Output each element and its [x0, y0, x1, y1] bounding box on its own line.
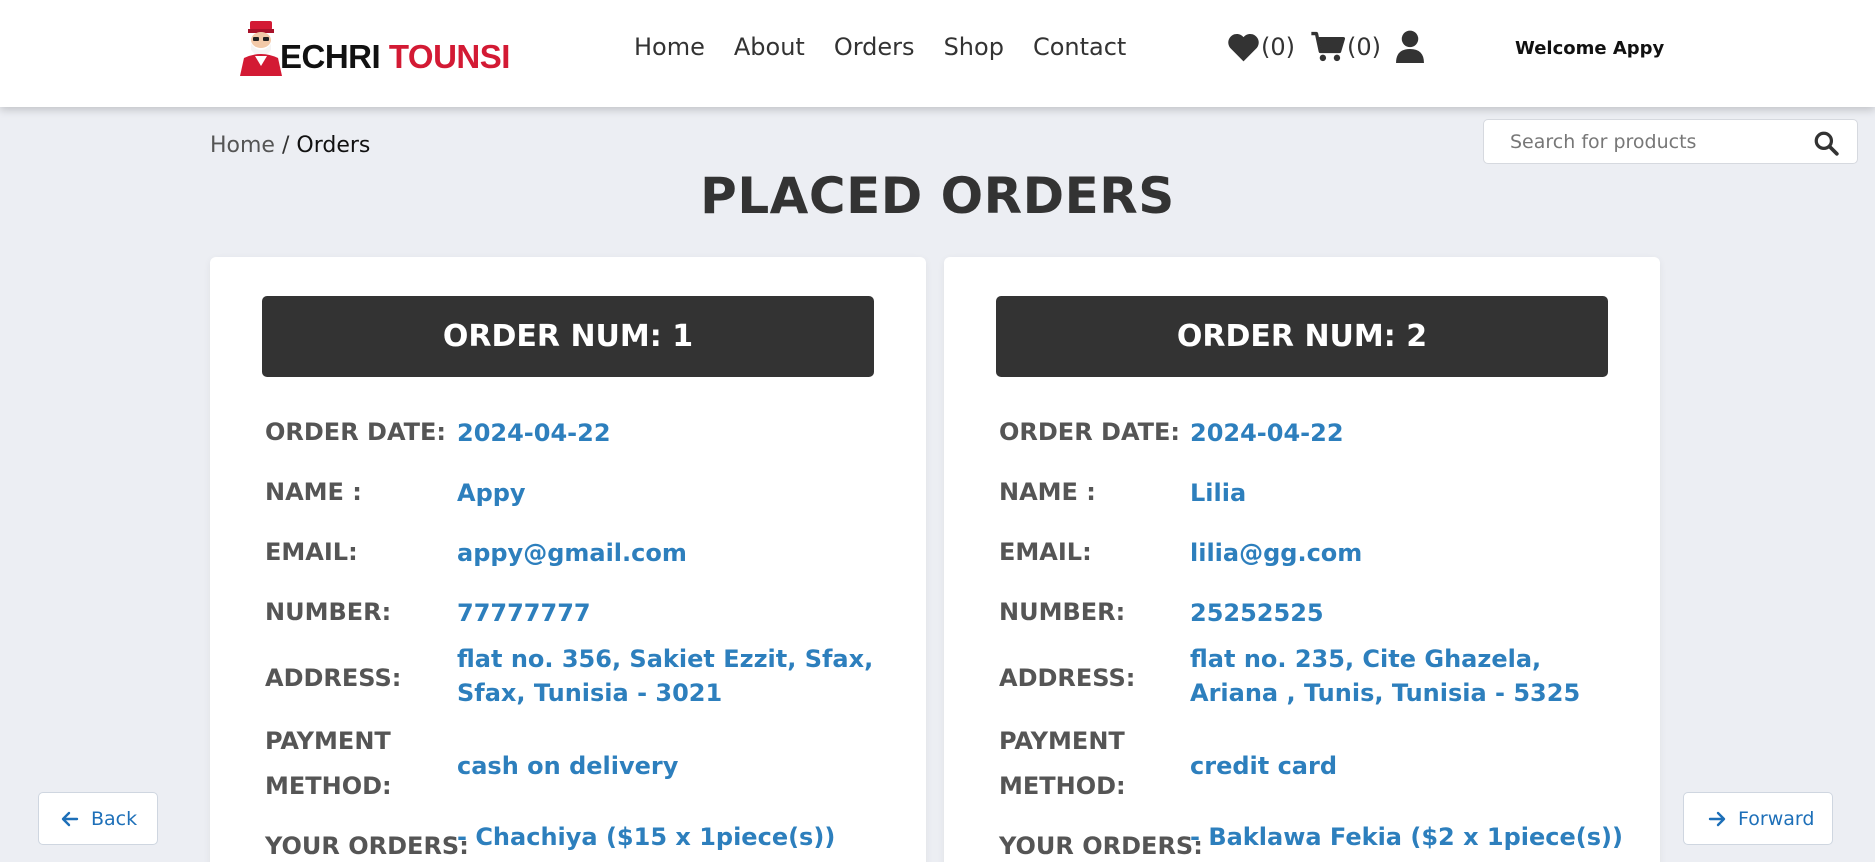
- nav-orders[interactable]: Orders: [834, 33, 915, 61]
- order-card: ORDER NUM: 1 ORDER DATE: 2024-04-22 NAME…: [210, 257, 926, 862]
- your-orders-label: YOUR ORDERS:: [999, 832, 1203, 860]
- address-value: flat no. 235, Cite Ghazela, Ariana , Tun…: [1190, 645, 1581, 707]
- payment-label-line1: PAYMENT: [265, 727, 391, 755]
- logo-mascot-icon: [240, 21, 282, 76]
- your-orders-label: YOUR ORDERS:: [265, 832, 469, 860]
- header-icons: (0) (0): [1227, 30, 1439, 63]
- forward-button-label: Forward: [1738, 807, 1815, 830]
- nav-contact[interactable]: Contact: [1033, 33, 1126, 61]
- search-input[interactable]: [1510, 120, 1790, 163]
- payment-label-line2: METHOD:: [265, 772, 392, 800]
- order-items-value: - Chachiya ($15 x 1piece(s)): [457, 823, 836, 851]
- wishlist-count: (0): [1261, 32, 1295, 61]
- breadcrumb-current: Orders: [296, 133, 371, 158]
- name-label: NAME :: [265, 478, 362, 506]
- payment-method-value: cash on delivery: [457, 752, 679, 780]
- name-value: Lilia: [1190, 479, 1247, 507]
- search-box: [1483, 119, 1858, 164]
- heart-icon: [1228, 33, 1259, 61]
- email-value: appy@gmail.com: [457, 539, 687, 567]
- back-button[interactable]: Back: [38, 792, 158, 845]
- top-header: ECHRI TOUNSI Home About Orders Shop Cont…: [0, 0, 1875, 107]
- order-heading: ORDER NUM: 2: [996, 296, 1608, 377]
- welcome-message: Welcome Appy: [1515, 38, 1665, 59]
- breadcrumb-separator: /: [274, 133, 297, 158]
- page-title: PLACED ORDERS: [700, 167, 1175, 225]
- payment-method-value: credit card: [1190, 752, 1338, 780]
- breadcrumb: Home / Orders: [210, 133, 370, 158]
- order-items-value: - Baklawa Fekia ($2 x 1piece(s)): [1190, 823, 1623, 851]
- order-date-value: 2024-04-22: [1190, 419, 1344, 447]
- email-label: EMAIL:: [265, 538, 358, 566]
- forward-button[interactable]: Forward: [1683, 792, 1833, 845]
- arrow-right-icon: [1708, 811, 1726, 826]
- back-button-label: Back: [91, 807, 138, 830]
- email-label: EMAIL:: [999, 538, 1092, 566]
- cart-icon: [1311, 31, 1346, 61]
- search-icon[interactable]: [1813, 130, 1839, 156]
- email-value: lilia@gg.com: [1190, 539, 1363, 567]
- address-label: ADDRESS:: [265, 664, 402, 692]
- breadcrumb-home[interactable]: Home: [210, 133, 275, 158]
- number-label: NUMBER:: [265, 598, 392, 626]
- name-value: Appy: [457, 479, 526, 507]
- number-value: 25252525: [1190, 599, 1324, 627]
- number-value: 77777777: [457, 599, 591, 627]
- number-label: NUMBER:: [999, 598, 1126, 626]
- order-heading: ORDER NUM: 1: [262, 296, 874, 377]
- wishlist-link[interactable]: (0): [1227, 32, 1295, 62]
- logo-text: ECHRI TOUNSI: [280, 38, 510, 75]
- nav-shop[interactable]: Shop: [944, 33, 1004, 61]
- cart-count: (0): [1347, 32, 1381, 61]
- arrow-left-icon: [61, 811, 79, 826]
- order-date-value: 2024-04-22: [457, 419, 611, 447]
- cart-link[interactable]: (0): [1310, 31, 1381, 63]
- order-card: ORDER NUM: 2 ORDER DATE: 2024-04-22 NAME…: [944, 257, 1660, 862]
- name-label: NAME :: [999, 478, 1096, 506]
- order-date-label: ORDER DATE:: [999, 418, 1181, 446]
- user-icon: [1396, 30, 1424, 63]
- payment-label-line1: PAYMENT: [999, 727, 1125, 755]
- account-link[interactable]: [1396, 30, 1424, 63]
- logo[interactable]: ECHRI TOUNSI: [236, 20, 510, 76]
- address-label: ADDRESS:: [999, 664, 1136, 692]
- main-nav: Home About Orders Shop Contact: [634, 33, 1155, 61]
- nav-home[interactable]: Home: [634, 33, 705, 61]
- address-value: flat no. 356, Sakiet Ezzit, Sfax, Sfax, …: [457, 645, 874, 707]
- order-date-label: ORDER DATE:: [265, 418, 447, 446]
- nav-about[interactable]: About: [734, 33, 805, 61]
- payment-label-line2: METHOD:: [999, 772, 1126, 800]
